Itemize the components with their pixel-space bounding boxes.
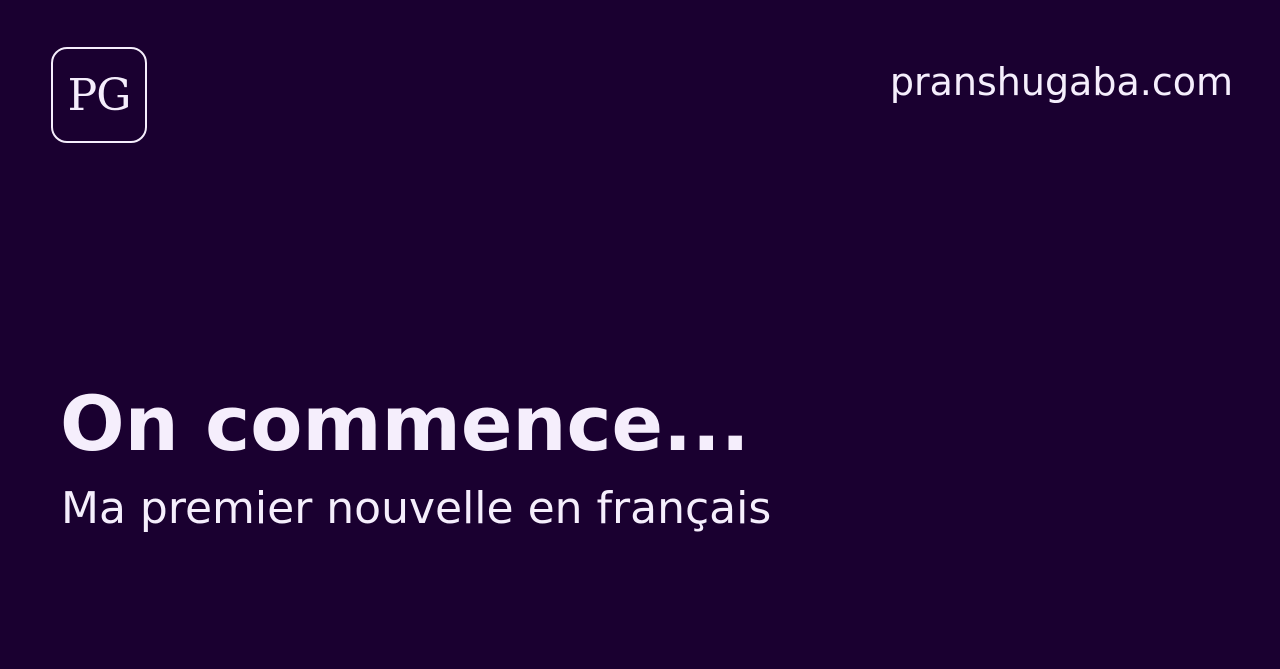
site-url: pranshugaba.com — [889, 60, 1233, 104]
site-logo: PG — [51, 47, 147, 143]
logo-monogram: PG — [67, 70, 132, 121]
page-title: On commence... — [60, 379, 750, 468]
page-subtitle: Ma premier nouvelle en français — [61, 483, 772, 534]
